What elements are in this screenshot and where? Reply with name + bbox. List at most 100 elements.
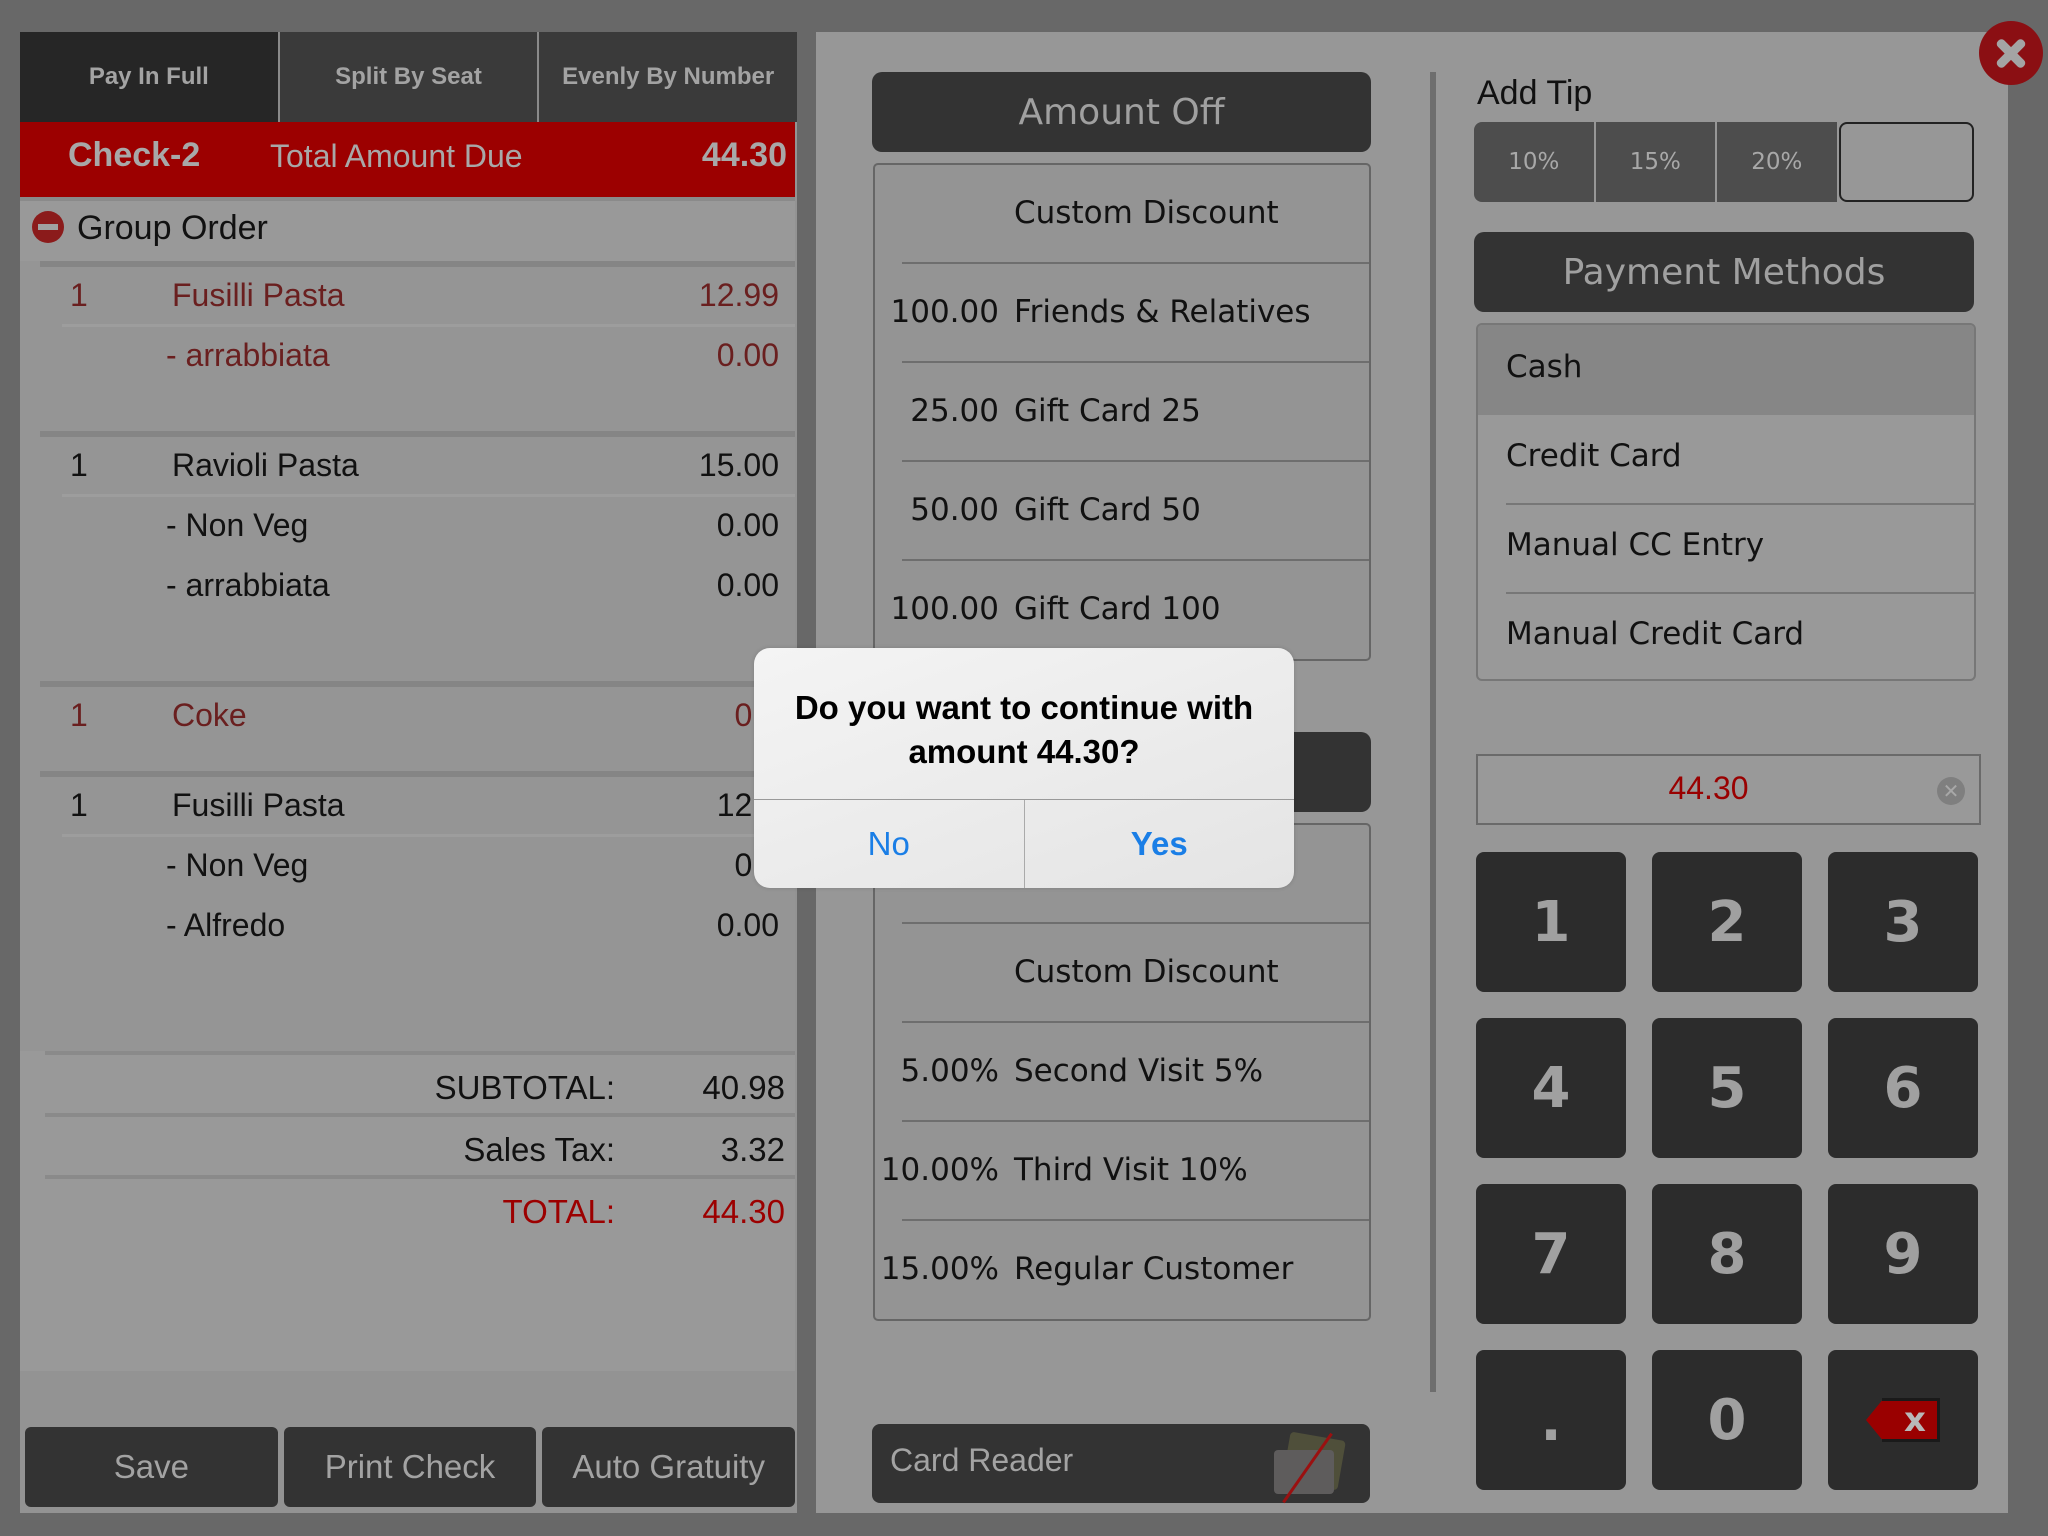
order-item[interactable]: 1 Ravioli Pasta 15.00 - Non Veg 0.00 - a… xyxy=(40,431,795,676)
divider xyxy=(902,1219,1369,1221)
total-due-label: Total Amount Due xyxy=(270,138,523,174)
order-item[interactable]: 1 Fusilli Pasta 12.99 - arrabbiata 0.00 xyxy=(40,261,795,426)
sales-tax-row: Sales Tax: 3.32 xyxy=(20,1125,795,1175)
tip-options: 10% 15% 20% xyxy=(1474,122,1975,202)
order-item[interactable]: 1 Fusilli Pasta 12.9 - Non Veg 0.0 - Alf… xyxy=(40,771,795,1021)
discount-amount: 25.00 xyxy=(910,393,999,429)
modifier-price: 0.00 xyxy=(716,907,779,943)
discount-name: Third Visit 10% xyxy=(1014,1152,1248,1188)
key-5[interactable]: 5 xyxy=(1652,1018,1802,1158)
collapse-minus-icon[interactable] xyxy=(32,211,64,243)
key-decimal[interactable]: . xyxy=(1476,1350,1626,1490)
discount-option[interactable]: 15.00% Regular Customer xyxy=(875,1219,1369,1319)
subtotal-label: SUBTOTAL: xyxy=(434,1069,615,1106)
discount-option[interactable]: 10.00% Third Visit 10% xyxy=(875,1120,1369,1222)
divider xyxy=(1506,592,1974,594)
key-6[interactable]: 6 xyxy=(1828,1018,1978,1158)
modifier-price: 0.00 xyxy=(716,567,779,603)
card-reader-label: Card Reader xyxy=(890,1442,1074,1478)
numeric-keypad: 1 2 3 4 5 6 7 8 9 . 0 x xyxy=(1476,852,1986,1502)
group-order-header[interactable]: Group Order xyxy=(20,201,795,261)
discount-option[interactable]: 50.00 Gift Card 50 xyxy=(875,460,1369,562)
save-button[interactable]: Save xyxy=(25,1427,278,1507)
auto-gratuity-button[interactable]: Auto Gratuity xyxy=(542,1427,796,1507)
dialog-yes-button[interactable]: Yes xyxy=(1023,800,1295,888)
key-7[interactable]: 7 xyxy=(1476,1184,1626,1324)
add-tip-label: Add Tip xyxy=(1477,74,1593,112)
item-price: 12.99 xyxy=(698,277,779,313)
total-label: TOTAL: xyxy=(502,1193,615,1230)
item-qty: 1 xyxy=(70,787,88,823)
discount-option[interactable]: Custom Discount xyxy=(875,922,1369,1024)
item-qty: 1 xyxy=(70,277,88,313)
key-9[interactable]: 9 xyxy=(1828,1184,1978,1324)
tab-split-by-seat[interactable]: Split By Seat xyxy=(277,32,538,122)
payment-method-label: Manual Credit Card xyxy=(1506,616,1805,652)
modifier-name: - Non Veg xyxy=(166,847,309,883)
payment-method-manual-cc-entry[interactable]: Manual CC Entry xyxy=(1478,503,1974,593)
modifier-line: - arrabbiata 0.00 xyxy=(40,557,795,617)
modifier-name: - Non Veg xyxy=(166,507,309,543)
order-item[interactable]: 1 Coke 0.0 xyxy=(40,681,795,771)
divider xyxy=(45,1175,795,1179)
split-tabs: Pay In Full Split By Seat Evenly By Numb… xyxy=(20,32,798,122)
item-price: 15.00 xyxy=(698,447,779,483)
custom-tip-input[interactable] xyxy=(1838,122,1975,202)
item-qty: 1 xyxy=(70,697,88,733)
close-icon[interactable] xyxy=(1979,21,2043,85)
modifier-line: - Non Veg 0.00 xyxy=(62,494,795,554)
payment-method-label: Manual CC Entry xyxy=(1506,527,1765,563)
amount-off-header[interactable]: Amount Off xyxy=(872,72,1371,152)
payment-methods-list: Cash Credit Card Manual CC Entry Manual … xyxy=(1476,323,1976,681)
key-backspace[interactable]: x xyxy=(1828,1350,1978,1490)
modifier-name: - arrabbiata xyxy=(166,337,330,373)
amount-off-list: Custom Discount 100.00 Friends & Relativ… xyxy=(873,163,1371,661)
dialog-no-button[interactable]: No xyxy=(754,800,1024,888)
tip-10-button[interactable]: 10% xyxy=(1474,122,1594,202)
discount-amount: 100.00 xyxy=(890,591,999,627)
key-2[interactable]: 2 xyxy=(1652,852,1802,992)
divider xyxy=(902,559,1369,561)
subtotal-value: 40.98 xyxy=(702,1069,785,1106)
discount-option[interactable]: 100.00 Friends & Relatives xyxy=(875,262,1369,364)
discount-option[interactable]: 100.00 Gift Card 100 xyxy=(875,559,1369,659)
divider xyxy=(1506,503,1974,505)
column-divider xyxy=(1430,72,1436,1392)
card-reader-button[interactable]: Card Reader xyxy=(872,1424,1370,1504)
sales-tax-value: 3.32 xyxy=(720,1131,785,1168)
percent-off-list: Custom Discount 5.00% Second Visit 5% 10… xyxy=(873,823,1371,1321)
backspace-icon: x xyxy=(1866,1398,1940,1442)
modifier-name: - arrabbiata xyxy=(166,567,330,603)
discount-name: Custom Discount xyxy=(1014,195,1279,231)
totals-section: SUBTOTAL: 40.98 Sales Tax: 3.32 TOTAL: 4… xyxy=(20,1051,795,1371)
discount-option[interactable]: Custom Discount xyxy=(875,165,1369,265)
modifier-name: - Alfredo xyxy=(166,907,286,943)
tab-evenly-by-number[interactable]: Evenly By Number xyxy=(537,32,798,122)
key-1[interactable]: 1 xyxy=(1476,852,1626,992)
print-check-button[interactable]: Print Check xyxy=(283,1427,537,1507)
modifier-line: - Non Veg 0.0 xyxy=(62,834,795,894)
divider xyxy=(902,1120,1369,1122)
tip-20-button[interactable]: 20% xyxy=(1717,122,1837,202)
discount-name: Second Visit 5% xyxy=(1014,1053,1264,1089)
discount-option[interactable]: 25.00 Gift Card 25 xyxy=(875,361,1369,463)
total-due-value: 44.30 xyxy=(701,136,787,174)
tip-15-button[interactable]: 15% xyxy=(1595,122,1716,202)
payment-method-cash[interactable]: Cash xyxy=(1478,325,1974,415)
discount-name: Friends & Relatives xyxy=(1014,294,1311,330)
tab-pay-in-full[interactable]: Pay In Full xyxy=(20,32,278,122)
payment-amount-input[interactable]: 44.30 ✕ xyxy=(1476,754,1981,825)
check-name: Check-2 xyxy=(68,136,201,174)
payment-method-credit-card[interactable]: Credit Card xyxy=(1478,414,1974,504)
key-3[interactable]: 3 xyxy=(1828,852,1978,992)
discount-option[interactable]: 5.00% Second Visit 5% xyxy=(875,1021,1369,1123)
discount-name: Gift Card 100 xyxy=(1014,591,1221,627)
key-0[interactable]: 0 xyxy=(1652,1350,1802,1490)
divider xyxy=(45,1051,795,1055)
payment-method-manual-credit-card[interactable]: Manual Credit Card xyxy=(1478,592,1974,679)
key-8[interactable]: 8 xyxy=(1652,1184,1802,1324)
total-value: 44.30 xyxy=(702,1193,785,1230)
clear-icon[interactable]: ✕ xyxy=(1937,777,1965,805)
item-line: 1 Fusilli Pasta 12.99 xyxy=(40,267,795,327)
key-4[interactable]: 4 xyxy=(1476,1018,1626,1158)
